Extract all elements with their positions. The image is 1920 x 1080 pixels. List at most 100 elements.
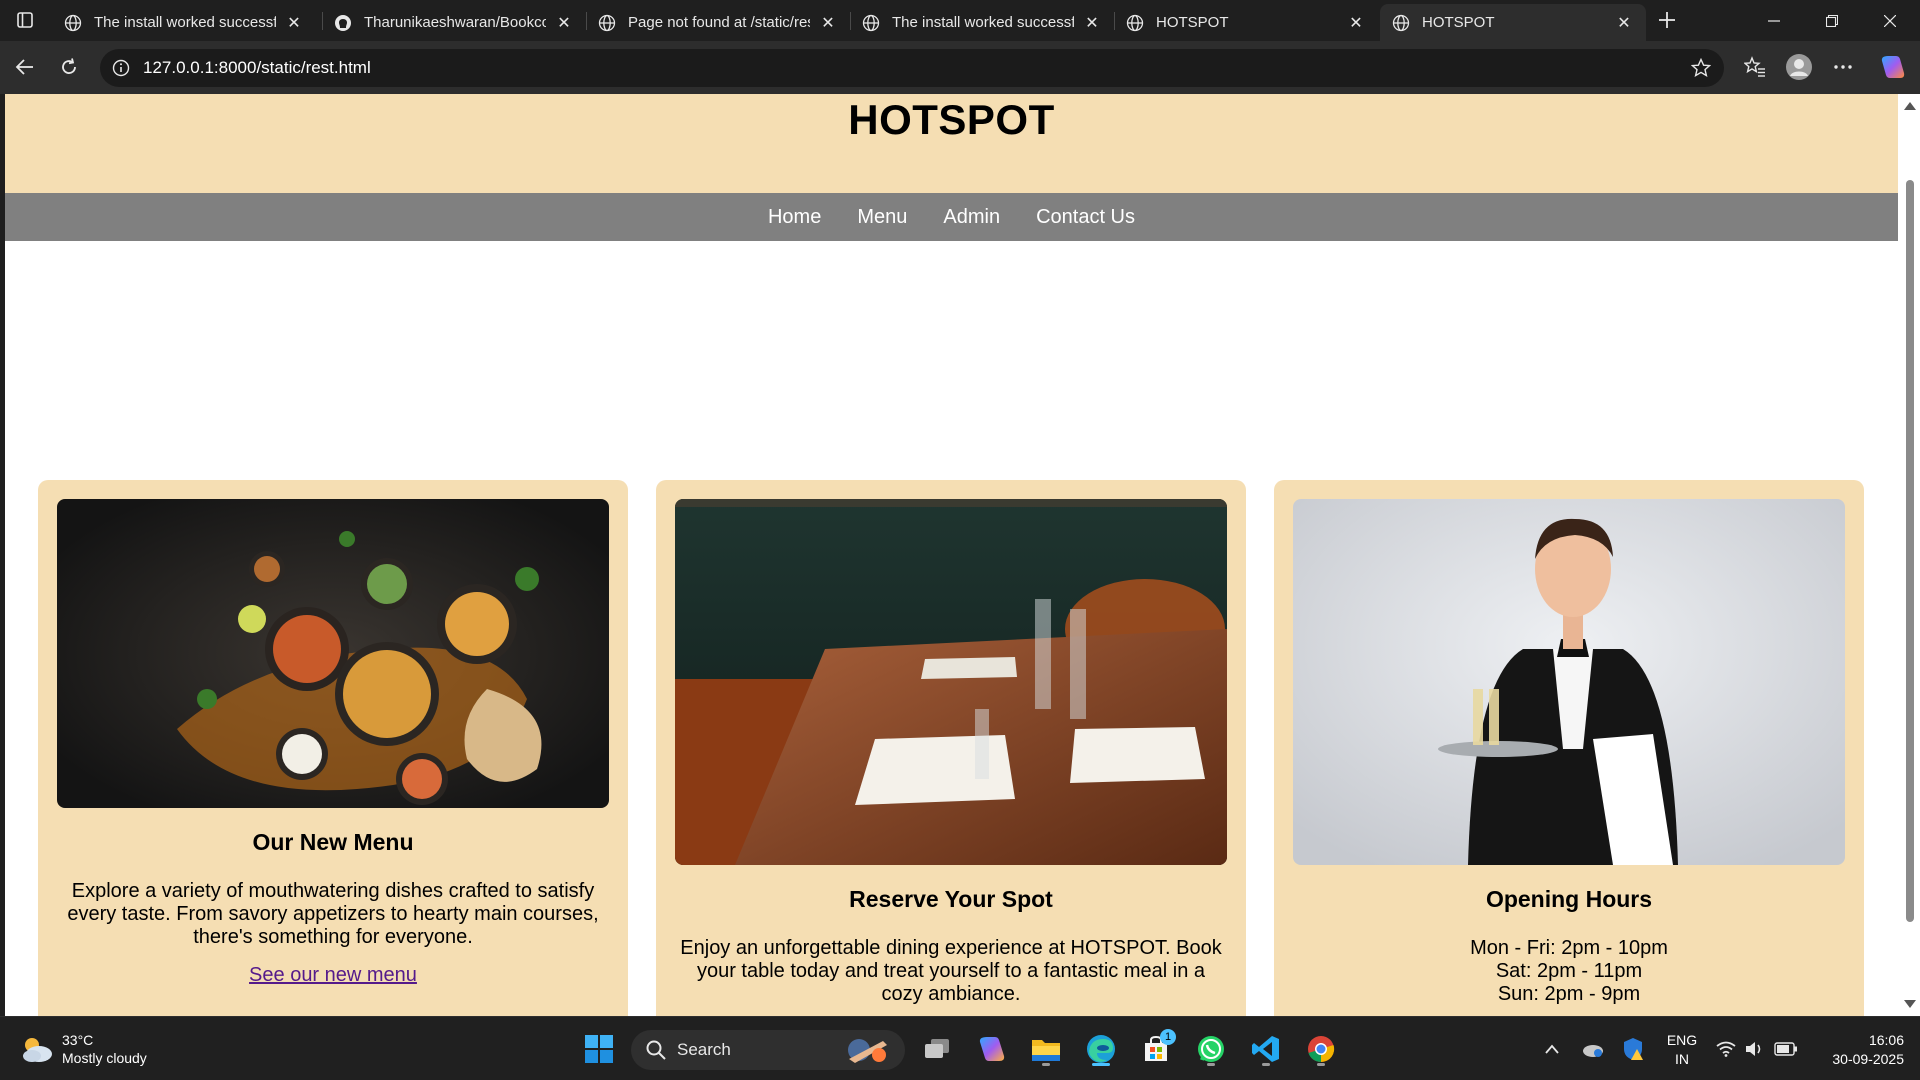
copilot-icon <box>1881 56 1905 78</box>
favorites-button[interactable] <box>1738 50 1772 84</box>
nav-link-menu[interactable]: Menu <box>857 206 907 229</box>
globe-icon <box>1126 14 1144 32</box>
taskbar-store[interactable]: 1 <box>1136 1029 1176 1069</box>
tab-3[interactable]: Page not found at /static/res ✕ <box>586 4 850 41</box>
page-viewport: HOTSPOT Home Menu Admin Contact Us Our N… <box>5 94 1898 1016</box>
running-indicator-active <box>1092 1063 1110 1066</box>
close-window-button[interactable] <box>1861 0 1919 41</box>
weather-widget[interactable]: 33°C Mostly cloudy <box>20 1031 147 1067</box>
language-region: IN <box>1675 1051 1689 1067</box>
tab-actions-button[interactable] <box>10 6 40 34</box>
tab-5[interactable]: HOTSPOT ✕ <box>1114 4 1378 41</box>
taskbar-vscode[interactable] <box>1246 1029 1286 1069</box>
nav-link-home[interactable]: Home <box>768 206 821 229</box>
opening-hours-card: Opening Hours Mon - Fri: 2pm - 10pm Sat:… <box>1274 480 1864 1016</box>
close-icon[interactable]: ✕ <box>1346 13 1366 33</box>
running-indicator <box>1317 1063 1325 1066</box>
close-icon <box>1884 14 1896 27</box>
tab-6-active[interactable]: HOTSPOT ✕ <box>1380 4 1646 41</box>
close-icon[interactable]: ✕ <box>818 13 838 33</box>
onedrive-tray[interactable] <box>1580 1029 1606 1069</box>
tab-title: The install worked successfu <box>94 14 276 31</box>
address-bar[interactable]: 127.0.0.1:8000/static/rest.html <box>100 49 1724 87</box>
cloud-icon <box>1583 1045 1603 1057</box>
windows-taskbar: 33°C Mostly cloudy Search 1 ENG IN 16:06… <box>0 1016 1920 1080</box>
reload-icon <box>62 58 76 74</box>
tab-2[interactable]: Tharunikaeshwaran/Bookcov ✕ <box>322 4 586 41</box>
chrome-icon <box>1308 1036 1335 1063</box>
new-tab-button[interactable] <box>1652 6 1682 34</box>
wifi-icon <box>1716 1041 1736 1057</box>
card-description: Explore a variety of mouthwatering dishe… <box>67 880 599 948</box>
copilot-button[interactable] <box>1876 50 1910 84</box>
restore-icon <box>1826 14 1838 27</box>
taskbar-whatsapp[interactable] <box>1191 1029 1231 1069</box>
nav-link-contact-us[interactable]: Contact Us <box>1036 206 1135 229</box>
github-icon <box>334 14 352 32</box>
favorite-star-icon[interactable] <box>1690 57 1712 79</box>
hours-saturday: Sat: 2pm - 11pm <box>1495 960 1643 982</box>
volume-tray[interactable] <box>1743 1029 1767 1069</box>
taskbar-copilot[interactable] <box>972 1029 1012 1069</box>
copilot-icon <box>979 1037 1005 1061</box>
reload-button[interactable] <box>52 50 86 84</box>
start-button[interactable] <box>579 1029 619 1069</box>
page-scrollbar[interactable] <box>1898 94 1920 1016</box>
running-indicator <box>1042 1063 1050 1066</box>
tab-title: HOTSPOT <box>1156 14 1229 31</box>
minimize-icon <box>1768 19 1780 22</box>
wifi-tray[interactable] <box>1714 1029 1738 1069</box>
tab-4[interactable]: The install worked successfu ✕ <box>850 4 1114 41</box>
scrollbar-thumb[interactable] <box>1906 180 1914 922</box>
card-heading: Opening Hours <box>1485 886 1653 912</box>
reservation-card: Reserve Your Spot Enjoy an unforgettable… <box>656 480 1246 1016</box>
close-icon[interactable]: ✕ <box>554 13 574 33</box>
browser-toolbar: 127.0.0.1:8000/static/rest.html <box>0 41 1920 94</box>
tab-title: Page not found at /static/res <box>628 14 810 31</box>
taskbar-file-explorer[interactable] <box>1026 1029 1066 1069</box>
taskbar-task-view[interactable] <box>917 1029 957 1069</box>
clock-date: 30-09-2025 <box>1832 1051 1904 1067</box>
language-indicator[interactable]: ENG IN <box>1662 1031 1702 1069</box>
scroll-up-arrow-icon[interactable] <box>1904 102 1916 110</box>
close-icon[interactable]: ✕ <box>1082 13 1102 33</box>
profile-button[interactable] <box>1782 50 1816 84</box>
show-hidden-icons-button[interactable] <box>1540 1029 1564 1069</box>
close-icon[interactable]: ✕ <box>284 13 304 33</box>
weather-temperature: 33°C <box>62 1032 94 1048</box>
store-notification-badge: 1 <box>1160 1029 1176 1045</box>
profile-avatar-icon <box>1786 54 1812 80</box>
taskbar-chrome[interactable] <box>1301 1029 1341 1069</box>
chevron-up-icon <box>1545 1044 1559 1054</box>
see-menu-link[interactable]: See our new menu <box>38 964 628 987</box>
folder-icon <box>1032 1040 1060 1061</box>
taskbar-edge[interactable] <box>1081 1029 1121 1069</box>
security-tray[interactable] <box>1620 1029 1646 1069</box>
clock[interactable]: 16:06 30-09-2025 <box>1808 1031 1904 1069</box>
minimize-button[interactable] <box>1745 0 1803 41</box>
windows-logo-icon <box>585 1035 613 1063</box>
search-icon <box>646 1040 666 1060</box>
running-indicator <box>1207 1063 1215 1066</box>
restore-button[interactable] <box>1803 0 1861 41</box>
food-dishes-image <box>57 499 609 808</box>
nav-link-admin[interactable]: Admin <box>943 206 1000 229</box>
favorites-list-icon <box>1744 56 1765 77</box>
close-icon[interactable]: ✕ <box>1614 13 1634 33</box>
site-info-icon[interactable] <box>110 57 132 79</box>
battery-tray[interactable] <box>1772 1029 1800 1069</box>
taskbar-search-box[interactable]: Search <box>631 1030 905 1070</box>
card-heading: Reserve Your Spot <box>849 886 1053 912</box>
more-options-button[interactable] <box>1826 50 1860 84</box>
back-button[interactable] <box>8 50 42 84</box>
shield-warning-icon <box>1624 1038 1643 1060</box>
opening-hours-list: Mon - Fri: 2pm - 10pm Sat: 2pm - 11pm Su… <box>1294 937 1844 1006</box>
speaker-icon <box>1746 1042 1761 1056</box>
tab-1[interactable]: The install worked successfu ✕ <box>52 4 316 41</box>
globe-icon <box>862 14 880 32</box>
search-label: Search <box>677 1040 731 1059</box>
url-text[interactable]: 127.0.0.1:8000/static/rest.html <box>143 58 371 78</box>
vscode-icon <box>1252 1036 1279 1062</box>
cloudy-weather-icon <box>23 1038 52 1062</box>
scroll-down-arrow-icon[interactable] <box>1904 1000 1916 1008</box>
